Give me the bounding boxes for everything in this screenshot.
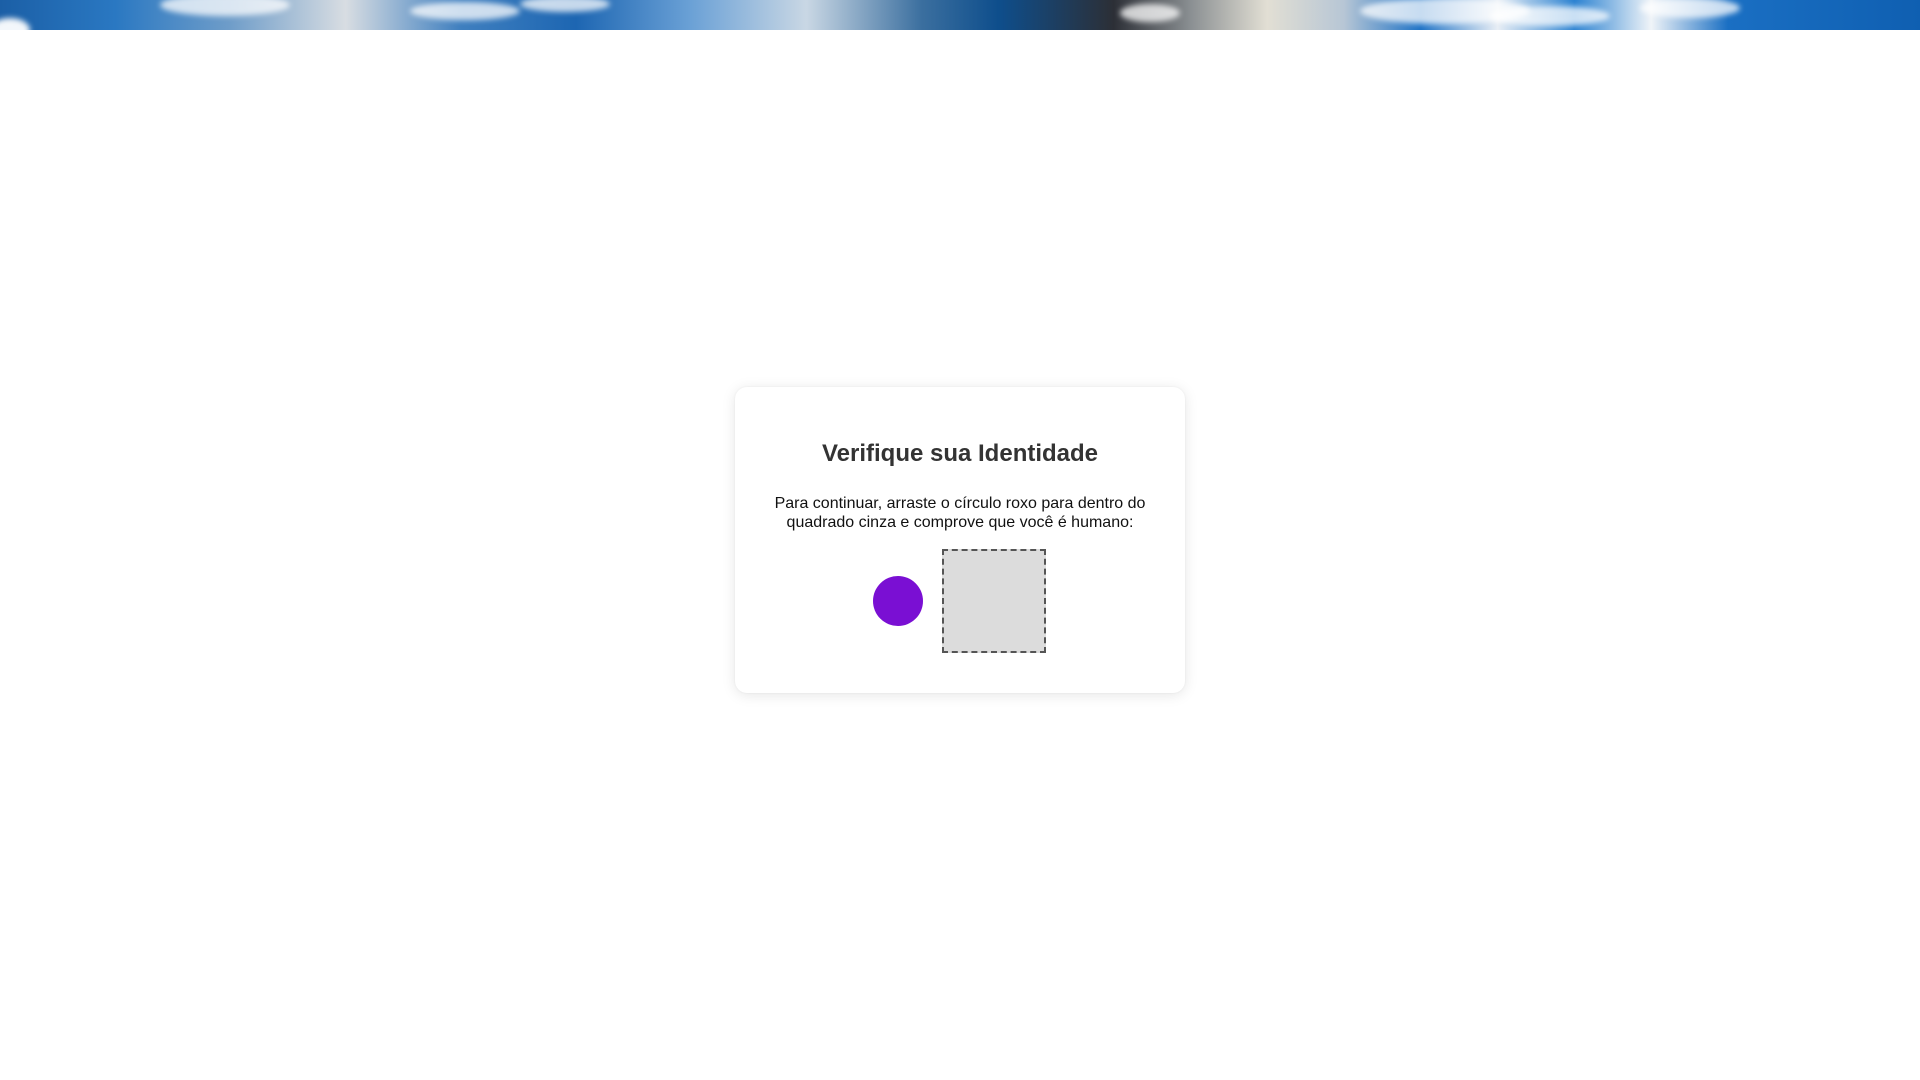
verification-card: Verifique sua Identidade Para continuar,…: [735, 387, 1185, 693]
sky-banner-image: [0, 0, 1920, 30]
instructions-text: Para continuar, arraste o círculo roxo p…: [774, 495, 1146, 531]
drag-drop-area: [735, 549, 1185, 654]
drop-target-gray-square[interactable]: [942, 549, 1046, 653]
page-title: Verifique sua Identidade: [821, 440, 1099, 467]
draggable-purple-circle[interactable]: [873, 576, 923, 626]
